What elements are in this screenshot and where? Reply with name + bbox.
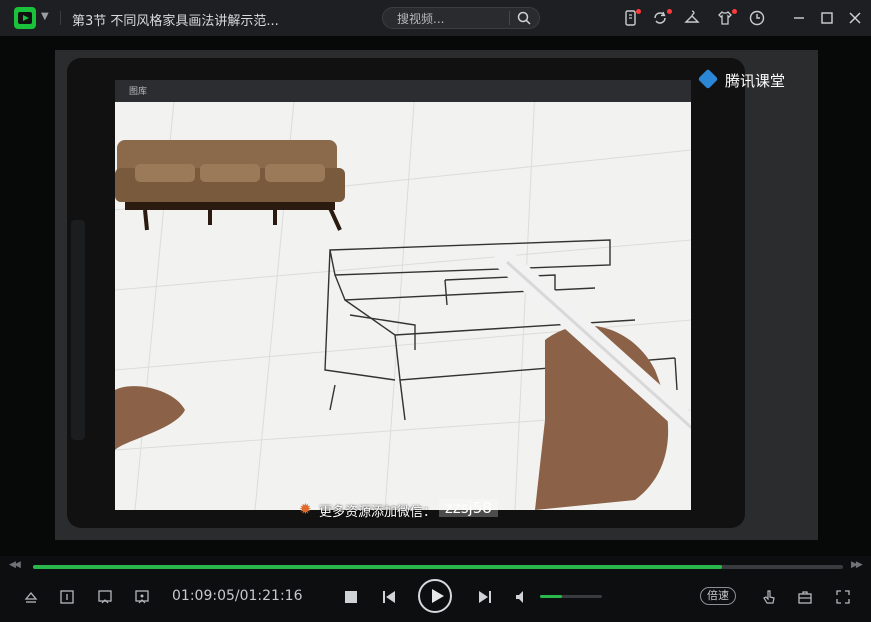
drawing-app-toolbar: 图库	[115, 80, 691, 102]
volume-fill	[540, 595, 562, 598]
toolbox-icon[interactable]	[796, 588, 814, 606]
clock-icon[interactable]	[748, 9, 766, 27]
video-area[interactable]: 图库 腾讯课堂 ✹ 更多资源添加微信： zzsj58	[0, 36, 871, 556]
left-hand	[115, 386, 185, 450]
video-frame: 图库 腾讯课堂 ✹ 更多资源添加微信： zzsj58	[55, 50, 818, 540]
player-logo-icon[interactable]	[14, 7, 36, 29]
fast-forward-icon[interactable]: ▶▶	[851, 560, 867, 574]
close-icon[interactable]	[846, 9, 864, 27]
fullscreen-icon[interactable]	[834, 588, 852, 606]
flower-icon: ✹	[299, 500, 312, 518]
notification-dot	[636, 9, 641, 14]
clothes-hanger-icon[interactable]	[683, 9, 701, 27]
watermark: 腾讯课堂	[695, 68, 805, 92]
cast-screen-icon[interactable]	[133, 588, 151, 606]
rewind-icon[interactable]: ◀◀	[9, 560, 25, 574]
chevron-down-icon[interactable]: ▼	[41, 11, 49, 22]
reference-sofa-image	[115, 140, 345, 231]
speed-button[interactable]: 倍速	[700, 587, 736, 605]
divider	[60, 11, 61, 25]
video-title: 第3节 不同风格家具画法讲解示范...	[72, 14, 279, 29]
search-input[interactable]	[395, 10, 509, 28]
hand-and-pencil	[494, 249, 816, 540]
maximize-icon[interactable]	[818, 9, 836, 27]
tencent-classroom-logo-icon	[697, 68, 719, 90]
time-display: 01:09:05/01:21:16	[172, 588, 303, 604]
search-box[interactable]	[382, 7, 540, 29]
notification-dot	[732, 9, 737, 14]
eject-icon[interactable]	[22, 588, 40, 606]
tablet-screen	[114, 89, 816, 540]
subtitle-icon[interactable]	[58, 588, 76, 606]
title-bar: ▼ 第3节 不同风格家具画法讲解示范...	[0, 0, 871, 36]
player-controls: 01:09:05/01:21:16 倍速	[0, 578, 871, 622]
sketch-image	[114, 89, 816, 540]
notification-dot	[667, 9, 672, 14]
progress-fill	[33, 565, 722, 569]
volume-icon[interactable]	[513, 588, 531, 606]
previous-icon[interactable]	[380, 588, 398, 606]
hand-gesture-icon[interactable]	[760, 588, 778, 606]
volume-slider[interactable]	[540, 595, 602, 598]
mini-screen-icon[interactable]	[96, 588, 114, 606]
search-icon[interactable]	[516, 10, 532, 26]
play-button[interactable]	[418, 579, 452, 613]
next-icon[interactable]	[476, 588, 494, 606]
stop-icon[interactable]	[342, 588, 360, 606]
minimize-icon[interactable]	[790, 9, 808, 27]
drawing-side-toolbar	[71, 220, 85, 440]
progress-bar[interactable]	[33, 565, 843, 569]
